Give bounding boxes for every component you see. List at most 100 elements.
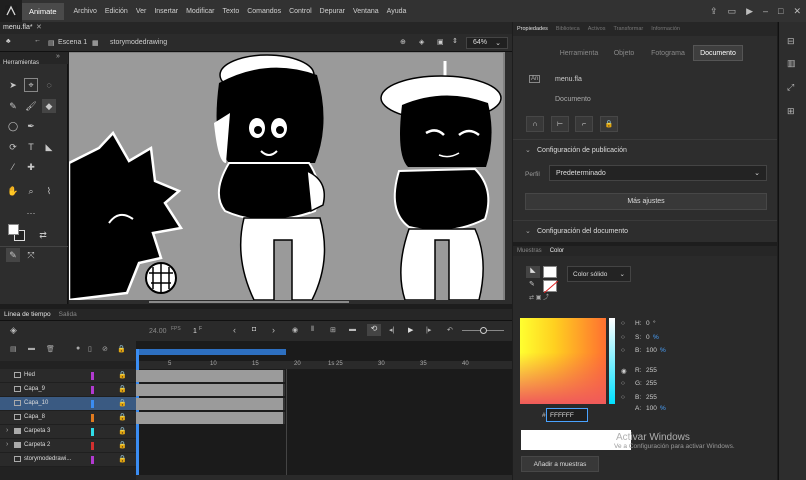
layer-name[interactable]: Hed: [24, 372, 35, 378]
step-back-icon[interactable]: ◂|: [389, 326, 394, 334]
align-dock-icon[interactable]: ⊞: [787, 106, 799, 118]
lock-icon[interactable]: 🔒: [118, 441, 127, 449]
subselection-tool-icon[interactable]: ⌖: [24, 78, 38, 92]
document-settings-heading[interactable]: Configuración del documento: [537, 228, 628, 235]
snap-magnet-icon[interactable]: ∩: [526, 116, 544, 132]
tab-close-icon[interactable]: ✕: [36, 23, 42, 31]
alpha-value[interactable]: 100: [646, 405, 657, 412]
panel-collapse-icon[interactable]: »: [56, 53, 60, 60]
loop-icon[interactable]: ⟲: [367, 324, 381, 336]
visibility-icon[interactable]: ⊘: [102, 345, 108, 353]
menu-control[interactable]: Control: [285, 8, 316, 15]
transform-tool-icon[interactable]: ⟳: [6, 140, 20, 154]
clip-icon[interactable]: ◈: [419, 38, 424, 46]
layer-row[interactable]: Capa_9 🔒: [0, 383, 136, 397]
fill-color-swatch[interactable]: [8, 224, 19, 235]
lock-icon[interactable]: 🔒: [118, 385, 127, 393]
play-icon[interactable]: ▶: [408, 326, 413, 334]
scene-name[interactable]: Escena 1: [58, 39, 87, 46]
menu-ventana[interactable]: Ventana: [349, 8, 383, 15]
zoom-tool-icon[interactable]: ⌕: [24, 184, 38, 198]
layer-name[interactable]: Capa_8: [24, 414, 45, 420]
folder-name[interactable]: Carpeta 2: [24, 442, 50, 448]
highlight-layer-icon[interactable]: ●: [76, 345, 80, 352]
fps-value[interactable]: 24.00: [149, 328, 167, 335]
more-tools-icon[interactable]: ···: [24, 206, 38, 220]
insert-keyframe-icon[interactable]: ◘: [252, 326, 256, 333]
play-test-icon[interactable]: ▶: [746, 6, 753, 17]
layers-stack-icon[interactable]: ◈: [10, 325, 17, 336]
text-tool-icon[interactable]: T: [24, 140, 38, 154]
layer-name[interactable]: Capa_10: [24, 400, 48, 406]
menu-modificar[interactable]: Modificar: [182, 8, 218, 15]
symbol-name[interactable]: storymodedrawing: [110, 39, 167, 46]
folder-row[interactable]: › Carpeta 3 🔒: [0, 425, 136, 439]
segment-frame[interactable]: Fotograma: [645, 45, 691, 61]
blue-value[interactable]: 255: [646, 394, 657, 401]
swap-fill-stroke-icon[interactable]: ⇄ ▣ ⤴: [529, 292, 549, 301]
lock-icon[interactable]: 🔒: [118, 399, 127, 407]
radio-b[interactable]: ○: [621, 347, 625, 354]
delete-layer-icon[interactable]: 🗑: [46, 345, 55, 353]
radio-blue[interactable]: ○: [621, 394, 625, 401]
h-value[interactable]: 0: [646, 320, 650, 327]
minimize-icon[interactable]: –: [763, 6, 768, 16]
stage-horizontal-scrollbar[interactable]: [149, 301, 349, 303]
menu-edicion[interactable]: Edición: [101, 8, 132, 15]
folder-row[interactable]: › Carpeta 2 🔒: [0, 439, 136, 453]
hue-slider[interactable]: [609, 318, 615, 404]
current-frame[interactable]: 1: [193, 328, 197, 335]
zoom-stepper-icon[interactable]: ⇕: [452, 37, 458, 45]
fill-type-select[interactable]: Color sólido ⌄: [567, 266, 631, 282]
frame-row[interactable]: [136, 383, 512, 397]
menu-depurar[interactable]: Depurar: [316, 8, 349, 15]
tab-info[interactable]: Información: [647, 26, 684, 32]
frame-row[interactable]: [136, 369, 512, 383]
lasso-tool-icon[interactable]: ◌: [42, 78, 56, 92]
layer-color-swatch[interactable]: [91, 414, 94, 422]
stroke-fill-swatches[interactable]: [6, 224, 28, 242]
scene-panel-icon[interactable]: ♣: [6, 38, 11, 45]
b-value[interactable]: 100: [646, 347, 657, 354]
selection-tool-icon[interactable]: ➤: [6, 78, 20, 92]
share-icon[interactable]: ⇪: [710, 6, 718, 17]
crop-icon[interactable]: ⌐: [575, 116, 593, 132]
layer-row-selected[interactable]: Capa_10 🔒: [0, 397, 136, 411]
chevron-down-icon[interactable]: ⌄: [525, 227, 531, 235]
stroke-swatch[interactable]: [543, 280, 559, 294]
chevron-right-icon[interactable]: ›: [6, 441, 8, 448]
add-to-swatches-button[interactable]: Añadir a muestras: [521, 456, 599, 472]
paint-bucket-tool-icon[interactable]: ◣: [42, 140, 56, 154]
tab-assets[interactable]: Activos: [584, 26, 610, 32]
frame-span[interactable]: [136, 384, 285, 396]
object-drawing-icon[interactable]: ✎: [6, 248, 20, 262]
tab-library[interactable]: Biblioteca: [552, 26, 584, 32]
onion-skin-icon[interactable]: ◉: [292, 326, 298, 334]
lock-icon[interactable]: 🔒: [118, 371, 127, 379]
s-value[interactable]: 0: [646, 334, 650, 341]
segment-object[interactable]: Objeto: [607, 45, 641, 61]
g-value[interactable]: 255: [646, 380, 657, 387]
close-icon[interactable]: ✕: [793, 6, 801, 17]
layer-row[interactable]: Capa_8 🔒: [0, 411, 136, 425]
new-layer-icon[interactable]: ▤: [10, 345, 17, 353]
stage-area[interactable]: [69, 52, 512, 304]
more-settings-button[interactable]: Más ajustes: [525, 193, 767, 210]
menu-archivo[interactable]: Archivo: [70, 8, 101, 15]
menu-ayuda[interactable]: Ayuda: [383, 8, 411, 15]
pen-tool-icon[interactable]: ✒: [24, 119, 38, 133]
layer-color-swatch[interactable]: [91, 400, 94, 408]
tab-color[interactable]: Color: [546, 248, 568, 254]
frame-span[interactable]: [136, 412, 285, 424]
layer-name[interactable]: storymodedrawi...: [24, 456, 71, 462]
hex-input[interactable]: FFFFFF: [546, 408, 588, 422]
profile-select[interactable]: Predeterminado ⌄: [549, 165, 767, 181]
frames-scrollbar[interactable]: [136, 475, 512, 480]
publish-settings-heading[interactable]: Configuración de publicación: [537, 147, 627, 154]
hand-tool-icon[interactable]: ✋: [6, 184, 20, 198]
lock-icon[interactable]: 🔒: [600, 116, 618, 132]
oval-tool-icon[interactable]: ◯: [6, 119, 20, 133]
eyedropper-tool-icon[interactable]: ⁄: [6, 160, 20, 174]
eraser-tool-icon[interactable]: ◆: [42, 99, 56, 113]
align-icon[interactable]: ⊢: [551, 116, 569, 132]
